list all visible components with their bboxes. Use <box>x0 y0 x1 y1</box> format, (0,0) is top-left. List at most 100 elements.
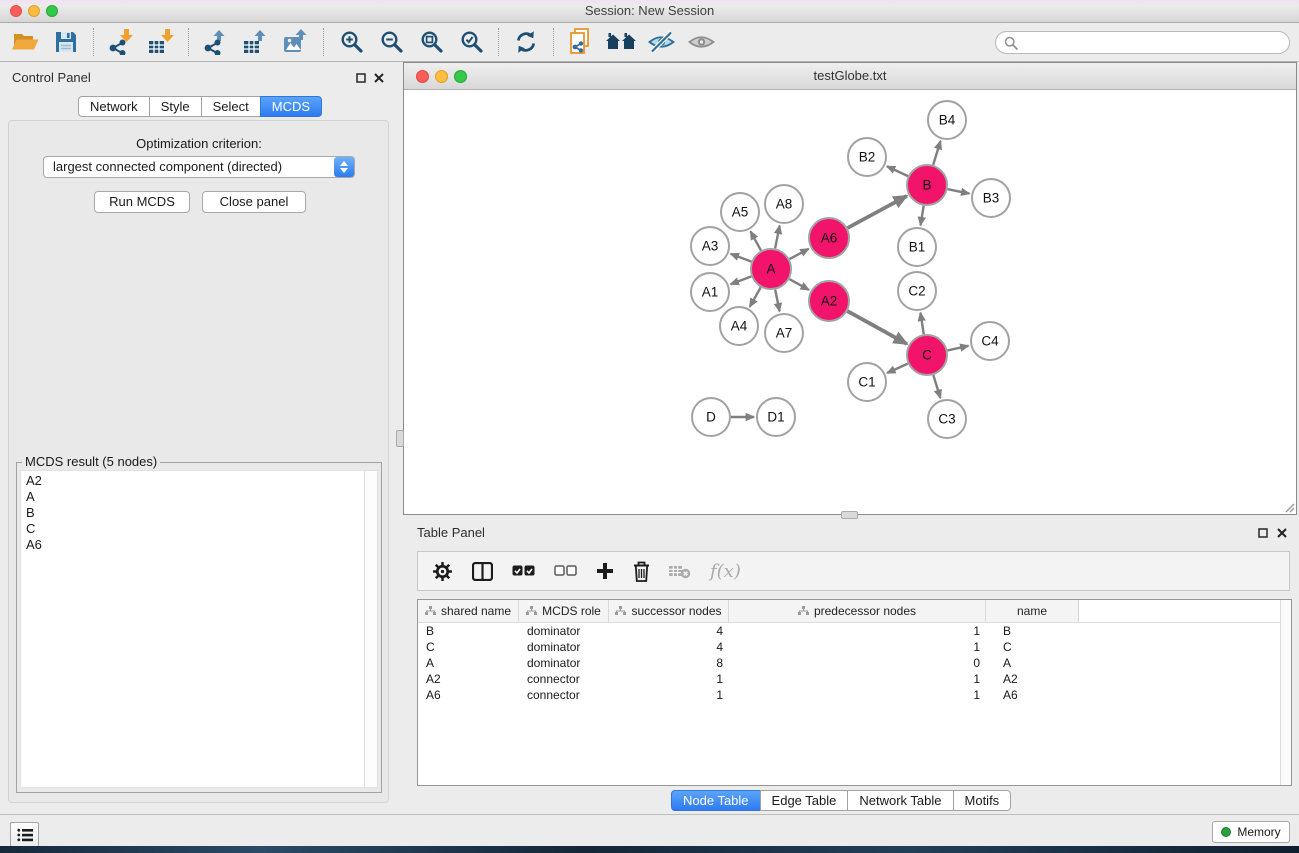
save-session-button[interactable] <box>46 25 86 59</box>
zoom-fit-button[interactable] <box>411 25 451 59</box>
delete-row-button[interactable] <box>633 561 650 582</box>
tab-mcds[interactable]: MCDS <box>260 96 322 117</box>
close-panel-icon[interactable] <box>374 73 384 83</box>
node-C[interactable]: C <box>907 335 947 375</box>
mcds-result-item[interactable]: B <box>21 505 365 521</box>
open-session-button[interactable] <box>6 25 46 59</box>
export-network-button[interactable] <box>196 25 236 59</box>
node-A8[interactable]: A8 <box>765 185 803 223</box>
node-B4[interactable]: B4 <box>928 101 966 139</box>
delete-table-button[interactable] <box>669 563 691 579</box>
new-session-from-network-button[interactable] <box>561 25 601 59</box>
splitter-handle-left[interactable] <box>396 430 404 447</box>
column-header-successor-nodes[interactable]: successor nodes <box>609 600 729 622</box>
tab-motifs[interactable]: Motifs <box>953 790 1012 811</box>
splitter-handle-bottom[interactable] <box>841 511 858 519</box>
zoom-selected-button[interactable] <box>451 25 491 59</box>
mcds-result-scrollbar[interactable] <box>364 470 378 788</box>
mcds-result-item[interactable]: A <box>21 489 365 505</box>
import-network-button[interactable] <box>101 25 141 59</box>
edge-A-A2[interactable] <box>789 279 809 290</box>
edge-A-A4[interactable] <box>750 287 761 307</box>
tab-style[interactable]: Style <box>149 96 202 117</box>
close-table-panel-icon[interactable] <box>1277 528 1287 538</box>
network-canvas[interactable]: A A1 A2 A3 A4 A5 A6 A7 A8 B B1 B2 B3 B4 C C1 C2 C3 C4 D D1 <box>404 89 1296 514</box>
column-header-name[interactable]: name <box>986 600 1079 622</box>
node-B3[interactable]: B3 <box>972 179 1010 217</box>
home-views-button[interactable] <box>601 25 641 59</box>
edge-A6-B[interactable] <box>848 196 907 228</box>
node-A7[interactable]: A7 <box>765 314 803 352</box>
mcds-result-item[interactable]: A6 <box>21 537 365 553</box>
node-A6[interactable]: A6 <box>809 218 849 258</box>
network-graph[interactable]: A A1 A2 A3 A4 A5 A6 A7 A8 B B1 B2 B3 B4 C C1 C2 C3 C4 D D1 <box>404 89 1296 514</box>
edge-C-C4[interactable] <box>948 346 969 351</box>
mcds-result-item[interactable]: C <box>21 521 365 537</box>
run-mcds-button[interactable]: Run MCDS <box>94 191 190 213</box>
node-C2[interactable]: C2 <box>898 272 936 310</box>
zoom-out-button[interactable] <box>371 25 411 59</box>
node-A3[interactable]: A3 <box>691 227 729 265</box>
node-D1[interactable]: D1 <box>757 398 795 436</box>
close-panel-button[interactable]: Close panel <box>202 191 306 213</box>
edge-C-C1[interactable] <box>887 364 908 373</box>
edge-A-A3[interactable] <box>731 254 752 262</box>
node-A[interactable]: A <box>751 249 791 289</box>
tab-node-table[interactable]: Node Table <box>671 790 761 811</box>
edge-C-C2[interactable] <box>920 313 923 335</box>
edge-B-B1[interactable] <box>921 206 924 226</box>
node-A5[interactable]: A5 <box>721 193 759 231</box>
node-B1[interactable]: B1 <box>898 228 936 266</box>
node-B[interactable]: B <box>907 165 947 205</box>
node-C4[interactable]: C4 <box>971 322 1009 360</box>
window-resize-grip[interactable] <box>1283 501 1295 513</box>
mcds-result-item[interactable]: A2 <box>21 473 365 489</box>
column-header-predecessor-nodes[interactable]: predecessor nodes <box>729 600 986 622</box>
node-C3[interactable]: C3 <box>928 400 966 438</box>
table-row[interactable]: Cdominator41C <box>418 639 1291 655</box>
search-box[interactable] <box>995 31 1290 54</box>
column-header-mcds-role[interactable]: MCDS role <box>519 600 609 622</box>
edge-C-C3[interactable] <box>933 375 940 398</box>
export-table-button[interactable] <box>236 25 276 59</box>
edge-A-A6[interactable] <box>790 249 809 259</box>
tab-network[interactable]: Network <box>78 96 150 117</box>
tab-network-table[interactable]: Network Table <box>847 790 953 811</box>
float-panel-icon[interactable] <box>356 73 366 83</box>
node-A4[interactable]: A4 <box>720 307 758 345</box>
table-row[interactable]: Bdominator41B <box>418 623 1291 639</box>
refresh-layout-button[interactable] <box>506 25 546 59</box>
column-settings-button[interactable] <box>432 561 453 582</box>
column-header-shared-name[interactable]: shared name <box>418 600 519 622</box>
show-graphics-details-button[interactable] <box>681 25 721 59</box>
zoom-in-button[interactable] <box>331 25 371 59</box>
table-row[interactable]: Adominator80A <box>418 655 1291 671</box>
node-A1[interactable]: A1 <box>691 273 729 311</box>
edge-B-B3[interactable] <box>948 189 970 193</box>
task-history-button[interactable] <box>10 822 39 847</box>
node-A2[interactable]: A2 <box>809 281 849 321</box>
tab-select[interactable]: Select <box>201 96 261 117</box>
toggle-panes-button[interactable] <box>472 562 493 581</box>
table-row[interactable]: A2connector11A2 <box>418 671 1291 687</box>
edge-A-A5[interactable] <box>751 231 762 250</box>
edge-B-B4[interactable] <box>933 141 940 165</box>
edge-B-B2[interactable] <box>887 166 908 176</box>
select-all-button[interactable] <box>512 565 535 577</box>
deselect-all-button[interactable] <box>554 565 577 577</box>
table-scrollbar[interactable] <box>1280 600 1291 785</box>
node-C1[interactable]: C1 <box>848 363 886 401</box>
export-image-button[interactable] <box>276 25 316 59</box>
tab-edge-table[interactable]: Edge Table <box>760 790 849 811</box>
edge-A-A1[interactable] <box>731 276 752 284</box>
float-table-panel-icon[interactable] <box>1258 528 1268 538</box>
criterion-select[interactable]: largest connected component (directed) <box>43 156 355 178</box>
function-builder-button[interactable]: f(x) <box>710 561 741 582</box>
edge-A2-C[interactable] <box>847 311 907 344</box>
hide-graphics-details-button[interactable] <box>641 25 681 59</box>
memory-button[interactable]: Memory <box>1212 821 1290 843</box>
edge-A-A7[interactable] <box>775 290 779 312</box>
import-table-button[interactable] <box>141 25 181 59</box>
node-D[interactable]: D <box>692 398 730 436</box>
node-B2[interactable]: B2 <box>848 138 886 176</box>
